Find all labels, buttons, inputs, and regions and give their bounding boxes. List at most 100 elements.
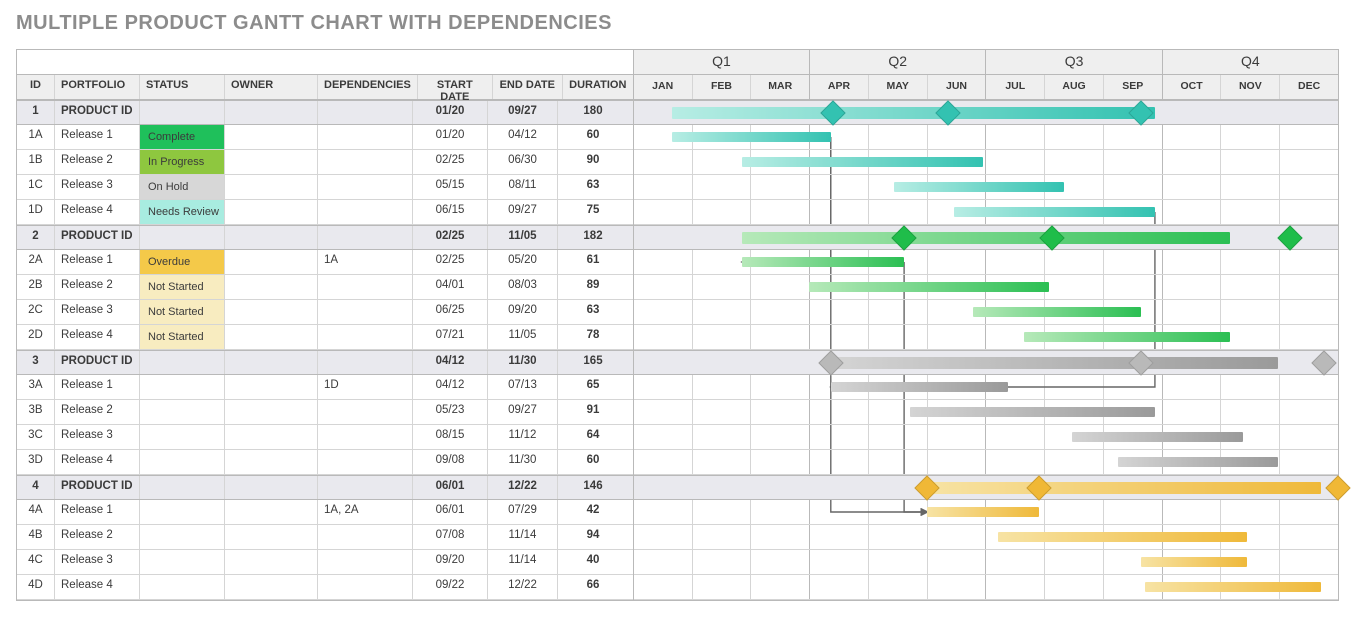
gantt-bar[interactable] <box>927 507 1039 517</box>
gantt-bar[interactable] <box>894 182 1064 192</box>
task-row[interactable]: 4BRelease 207/0811/1494 <box>17 525 633 550</box>
product-row[interactable]: 2PRODUCT ID02/2511/05182 <box>17 225 633 250</box>
timeline-row <box>634 350 1338 375</box>
gantt-left-panel: ID PORTFOLIO STATUS OWNER DEPENDENCIES S… <box>17 50 634 600</box>
milestone-diamond-icon[interactable] <box>1128 100 1153 125</box>
task-row[interactable]: 4CRelease 309/2011/1440 <box>17 550 633 575</box>
gantt-bar[interactable] <box>910 407 1155 417</box>
gantt-bar[interactable] <box>1145 582 1321 592</box>
milestone-diamond-icon[interactable] <box>1026 475 1051 500</box>
timeline-row <box>634 475 1338 500</box>
task-row[interactable]: 3CRelease 308/1511/1264 <box>17 425 633 450</box>
col-portfolio: PORTFOLIO <box>55 75 140 99</box>
task-row[interactable]: 3ARelease 11D04/1207/1365 <box>17 375 633 400</box>
product-row[interactable]: 4PRODUCT ID06/0112/22146 <box>17 475 633 500</box>
gantt-bar[interactable] <box>1072 432 1244 442</box>
task-row[interactable]: 4ARelease 11A, 2A06/0107/2942 <box>17 500 633 525</box>
timeline-row <box>634 250 1338 275</box>
timeline-row <box>634 200 1338 225</box>
col-duration: DURATION <box>563 75 633 99</box>
col-status: STATUS <box>140 75 225 99</box>
timeline-row <box>634 175 1338 200</box>
timeline-row <box>634 100 1338 125</box>
timeline-row <box>634 325 1338 350</box>
milestone-diamond-icon[interactable] <box>818 350 843 375</box>
milestone-diamond-icon[interactable] <box>1312 350 1337 375</box>
gantt-bar[interactable] <box>973 307 1141 317</box>
gantt-bar[interactable] <box>831 382 1008 392</box>
status-complete: Complete <box>140 125 224 149</box>
timeline-row <box>634 550 1338 575</box>
month-MAY: MAY <box>869 75 928 99</box>
quarter-Q1: Q1 <box>634 50 810 74</box>
task-row[interactable]: 2CRelease 3Not Started06/2509/2063 <box>17 300 633 325</box>
milestone-diamond-icon[interactable] <box>936 100 961 125</box>
task-row[interactable]: 2ARelease 1Overdue1A02/2505/2061 <box>17 250 633 275</box>
gantt-bar[interactable] <box>1024 332 1230 342</box>
task-row[interactable]: 2DRelease 4Not Started07/2111/0578 <box>17 325 633 350</box>
milestone-diamond-icon[interactable] <box>914 475 939 500</box>
task-row[interactable]: 1DRelease 4Needs Review06/1509/2775 <box>17 200 633 225</box>
gantt-timeline: Q1Q2Q3Q4 JANFEBMARAPRMAYJUNJULAUGSEPOCTN… <box>634 50 1338 600</box>
task-row[interactable]: 1BRelease 2In Progress02/2506/3090 <box>17 150 633 175</box>
page-title: MULTIPLE PRODUCT GANTT CHART WITH DEPEND… <box>16 12 1339 35</box>
gantt-bar[interactable] <box>927 482 1321 494</box>
timeline-row <box>634 275 1338 300</box>
gantt-bar[interactable] <box>998 532 1247 542</box>
month-JUN: JUN <box>928 75 987 99</box>
month-FEB: FEB <box>693 75 752 99</box>
milestone-diamond-icon[interactable] <box>1040 225 1065 250</box>
timeline-row <box>634 400 1338 425</box>
milestone-diamond-icon[interactable] <box>891 225 916 250</box>
status-in-progress: In Progress <box>140 150 224 174</box>
month-DEC: DEC <box>1280 75 1338 99</box>
month-JAN: JAN <box>634 75 693 99</box>
timeline-row <box>634 500 1338 525</box>
quarter-headers: Q1Q2Q3Q4 <box>634 50 1338 75</box>
gantt-bar[interactable] <box>809 282 1048 292</box>
gantt-bar[interactable] <box>1141 557 1247 567</box>
gantt-bar[interactable] <box>742 257 904 267</box>
col-dependencies: DEPENDENCIES <box>318 75 418 99</box>
month-SEP: SEP <box>1104 75 1163 99</box>
milestone-diamond-icon[interactable] <box>1277 225 1302 250</box>
gantt-bar[interactable] <box>742 232 1230 244</box>
gantt-bar[interactable] <box>672 132 830 142</box>
col-owner: OWNER <box>225 75 318 99</box>
timeline-row <box>634 525 1338 550</box>
status-not-started: Not Started <box>140 275 224 299</box>
gantt-bar[interactable] <box>672 107 1154 119</box>
gantt-chart: ID PORTFOLIO STATUS OWNER DEPENDENCIES S… <box>16 49 1339 601</box>
task-row[interactable]: 3BRelease 205/2309/2791 <box>17 400 633 425</box>
quarter-Q3: Q3 <box>986 50 1162 74</box>
task-row[interactable]: 1ARelease 1Complete01/2004/1260 <box>17 125 633 150</box>
status-on-hold: On Hold <box>140 175 224 199</box>
task-row[interactable]: 2BRelease 2Not Started04/0108/0389 <box>17 275 633 300</box>
month-MAR: MAR <box>751 75 810 99</box>
status-needs-review: Needs Review <box>140 200 224 224</box>
gantt-bar[interactable] <box>954 207 1155 217</box>
milestone-diamond-icon[interactable] <box>820 100 845 125</box>
quarter-Q4: Q4 <box>1163 50 1338 74</box>
timeline-row <box>634 425 1338 450</box>
timeline-row <box>634 450 1338 475</box>
status-not-started: Not Started <box>140 300 224 324</box>
milestone-diamond-icon[interactable] <box>1325 475 1350 500</box>
product-row[interactable]: 3PRODUCT ID04/1211/30165 <box>17 350 633 375</box>
task-row[interactable]: 3DRelease 409/0811/3060 <box>17 450 633 475</box>
task-row[interactable]: 4DRelease 409/2212/2266 <box>17 575 633 600</box>
timeline-row <box>634 225 1338 250</box>
status-overdue: Overdue <box>140 250 224 274</box>
timeline-row <box>634 300 1338 325</box>
gantt-bar[interactable] <box>742 157 983 167</box>
product-row[interactable]: 1PRODUCT ID01/2009/27180 <box>17 100 633 125</box>
milestone-diamond-icon[interactable] <box>1128 350 1153 375</box>
month-AUG: AUG <box>1045 75 1104 99</box>
timeline-row <box>634 125 1338 150</box>
task-row[interactable]: 1CRelease 3On Hold05/1508/1163 <box>17 175 633 200</box>
timeline-row <box>634 375 1338 400</box>
gantt-bar[interactable] <box>831 357 1279 369</box>
gantt-bar[interactable] <box>1118 457 1278 467</box>
col-end-date: END DATE <box>493 75 563 99</box>
month-JUL: JUL <box>986 75 1045 99</box>
